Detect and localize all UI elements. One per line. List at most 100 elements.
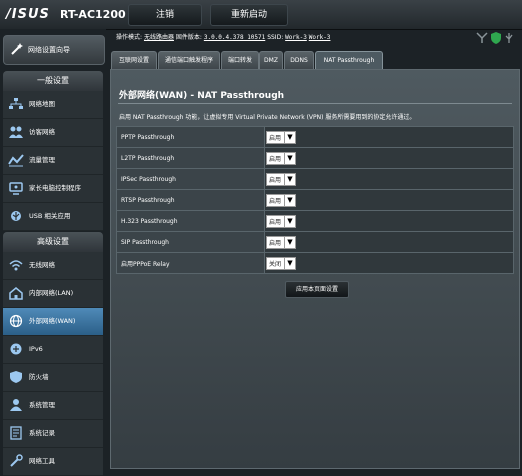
select-value: 关闭	[269, 261, 282, 268]
wan-icon	[9, 314, 23, 328]
operation-mode-link[interactable]: 无线路由器	[144, 34, 174, 41]
asus-logo: /ISUS	[6, 7, 50, 22]
chevron-down-icon: ▼	[284, 132, 295, 143]
sidebar-item-label: 内部网络(LAN)	[29, 289, 74, 297]
l2tp-select[interactable]: 启用 ▼	[266, 152, 296, 165]
sidebar-item-system-log[interactable]: 系统记录	[3, 420, 103, 448]
sidebar-item-usb-application[interactable]: USB 相关应用	[3, 203, 103, 231]
tab-virtual-server[interactable]: 端口转发	[221, 51, 259, 70]
usb-icon	[11, 211, 21, 221]
chevron-down-icon: ▼	[284, 237, 295, 248]
status-line: 操作模式: 无线路由器 固件版本: 3.0.0.4.378_10571 SSID…	[116, 32, 330, 41]
chevron-down-icon: ▼	[284, 195, 295, 206]
sidebar-item-traffic-manager[interactable]: 流量管理	[3, 147, 103, 175]
lan-icon	[9, 287, 23, 300]
table-row: IPSec Passthrough 启用 ▼	[116, 168, 514, 190]
general-menu: 网络地图 访客网络 流量管理 家长电脑控制程序 USB 相关应用	[3, 91, 103, 231]
sidebar-item-firewall[interactable]: 防火墙	[3, 364, 103, 392]
pppoe-relay-select[interactable]: 关闭 ▼	[266, 257, 296, 270]
sidebar-item-network-map[interactable]: 网络地图	[3, 91, 103, 119]
firmware-link[interactable]: 3.0.0.4.378_10571	[204, 34, 265, 41]
sidebar-item-wireless[interactable]: 无线网络	[3, 252, 103, 280]
sidebar-item-label: 防火墙	[29, 373, 49, 381]
firmware-label: 固件版本:	[175, 34, 202, 41]
table-row: RTSP Passthrough 启用 ▼	[116, 189, 514, 211]
model-name: RT-AC1200	[60, 8, 126, 21]
sidebar-item-label: 系统管理	[29, 401, 55, 409]
logout-button[interactable]: 注销	[128, 4, 202, 26]
setting-label: RTSP Passthrough	[116, 189, 265, 211]
sidebar-item-administration[interactable]: 系统管理	[3, 392, 103, 420]
chevron-down-icon: ▼	[284, 174, 295, 185]
tab-dmz[interactable]: DMZ	[259, 51, 283, 70]
advanced-section-title: 高级设置	[3, 232, 103, 252]
chevron-down-icon: ▼	[284, 216, 295, 227]
sidebar-item-label: 访客网络	[29, 128, 55, 136]
select-value: 启用	[269, 240, 282, 247]
sidebar-item-lan[interactable]: 内部网络(LAN)	[3, 280, 103, 308]
select-value: 启用	[269, 156, 282, 163]
status-icons	[476, 30, 516, 49]
ssid-link-2[interactable]: Work-3	[309, 34, 331, 41]
sidebar-item-label: 网络工具	[29, 457, 55, 465]
table-row: H.323 Passthrough 启用 ▼	[116, 210, 514, 232]
table-row: SIP Passthrough 启用 ▼	[116, 231, 514, 253]
page-description: 启用 NAT Passthrough 功能，让虚拟专用 Virtual Priv…	[119, 114, 416, 121]
setting-label: 启用PPPoE Relay	[116, 252, 265, 274]
administration-icon	[10, 399, 22, 411]
sidebar-item-parental-control[interactable]: 家长电脑控制程序	[3, 175, 103, 203]
tab-internet-connection[interactable]: 互联网设置	[111, 51, 157, 70]
ipsec-select[interactable]: 启用 ▼	[266, 173, 296, 186]
quick-setup-label: 网络设置向导	[28, 46, 70, 54]
table-row: L2TP Passthrough 启用 ▼	[116, 147, 514, 169]
content-panel: 外部网络(WAN) - NAT Passthrough 启用 NAT Passt…	[110, 69, 520, 469]
sidebar-item-label: 系统记录	[29, 429, 55, 437]
sidebar: 网络设置向导 一般设置 网络地图 访客网络 流量管理 家长电脑控制程序 USB …	[0, 29, 106, 476]
setting-label: PPTP Passthrough	[116, 126, 265, 148]
wand-icon	[11, 43, 23, 55]
chevron-down-icon: ▼	[284, 258, 295, 269]
select-value: 启用	[269, 219, 282, 226]
sidebar-item-label: 流量管理	[29, 156, 55, 164]
security-status-icon[interactable]	[491, 32, 501, 44]
quick-setup-button[interactable]: 网络设置向导	[3, 35, 105, 65]
sidebar-item-ipv6[interactable]: IPv6	[3, 336, 103, 364]
operation-mode-label: 操作模式:	[116, 34, 143, 41]
tab-nat-passthrough[interactable]: NAT Passthrough	[315, 51, 383, 70]
sip-select[interactable]: 启用 ▼	[266, 236, 296, 249]
sidebar-item-label: IPv6	[29, 345, 43, 353]
apply-button[interactable]: 应用本页面设置	[285, 281, 349, 298]
sidebar-item-label: 外部网络(WAN)	[29, 317, 76, 325]
sidebar-item-label: 家长电脑控制程序	[29, 184, 81, 192]
select-value: 启用	[269, 135, 282, 142]
general-section-title: 一般设置	[3, 71, 103, 91]
top-bar: /ISUS RT-AC1200 注销 重新启动	[0, 0, 522, 30]
parental-control-icon	[9, 182, 23, 195]
settings-table: PPTP Passthrough 启用 ▼ L2TP Passthrough 启用…	[116, 126, 514, 274]
select-value: 启用	[269, 198, 282, 205]
guest-network-icon	[9, 126, 23, 138]
tab-ddns[interactable]: DDNS	[284, 51, 314, 70]
setting-label: H.323 Passthrough	[116, 210, 265, 232]
table-row: 启用PPPoE Relay 关闭 ▼	[116, 252, 514, 274]
sidebar-item-guest-network[interactable]: 访客网络	[3, 119, 103, 147]
setting-label: SIP Passthrough	[116, 231, 265, 253]
rtsp-select[interactable]: 启用 ▼	[266, 194, 296, 207]
reboot-button[interactable]: 重新启动	[210, 4, 288, 26]
pptp-select[interactable]: 启用 ▼	[266, 131, 296, 144]
ssid-link-1[interactable]: Work-3	[285, 34, 307, 41]
usb-status-icon[interactable]	[505, 33, 513, 43]
table-row: PPTP Passthrough 启用 ▼	[116, 126, 514, 148]
h323-select[interactable]: 启用 ▼	[266, 215, 296, 228]
sidebar-item-network-tools[interactable]: 网络工具	[3, 448, 103, 476]
setting-label: L2TP Passthrough	[116, 147, 265, 169]
network-status-icon[interactable]	[476, 32, 488, 43]
sidebar-item-label: 无线网络	[29, 261, 55, 269]
network-tools-icon	[10, 454, 23, 467]
system-log-icon	[10, 426, 22, 440]
advanced-menu: 无线网络 内部网络(LAN) 外部网络(WAN) IPv6 防火墙 系统管理 系…	[3, 252, 103, 476]
ssid-label: SSID:	[267, 34, 284, 41]
setting-label: IPSec Passthrough	[116, 168, 265, 190]
sidebar-item-wan[interactable]: 外部网络(WAN)	[3, 308, 103, 336]
tab-port-trigger[interactable]: 通信端口触发程序	[158, 51, 220, 70]
